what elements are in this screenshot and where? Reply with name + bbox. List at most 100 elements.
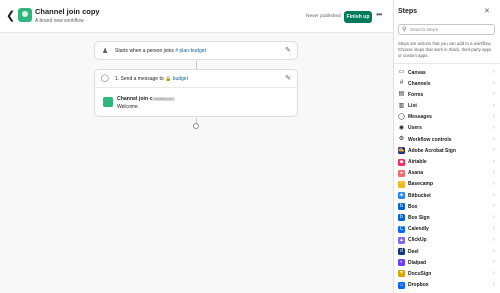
clickup-icon: ▲ bbox=[398, 236, 405, 244]
deel-icon: d bbox=[398, 248, 405, 255]
step-item-workflow-controls[interactable]: ⚙ Workflow controls › bbox=[394, 134, 500, 145]
trigger-text: Starts when a person joins # plan-budget bbox=[115, 48, 206, 54]
step-item-messages[interactable]: ◯ Messages › bbox=[394, 112, 500, 123]
panel-title: Steps bbox=[398, 8, 418, 15]
step-label: 1. Send a message to bbox=[115, 76, 164, 82]
chevron-right-icon: › bbox=[493, 203, 495, 210]
chevron-right-icon: › bbox=[493, 124, 495, 131]
chevron-right-icon: › bbox=[493, 236, 495, 243]
dialpad-icon: ◐ bbox=[398, 259, 405, 267]
chevron-right-icon: › bbox=[493, 259, 495, 266]
finish-up-button[interactable]: Finish up bbox=[344, 11, 372, 23]
basecamp-icon: ◠ bbox=[398, 180, 405, 188]
box-sign-icon: b bbox=[398, 214, 405, 222]
step-item-adobe-acrobat-sign[interactable]: ✍ Adobe Acrobat Sign › bbox=[394, 145, 500, 156]
edit-step-icon[interactable]: ✎ bbox=[285, 74, 291, 82]
canvas-icon: ▭ bbox=[398, 69, 405, 75]
steps-list: ▭ Canvas › # Channels › ▤ Forms › ▥ List › ◯ Messages… bbox=[394, 67, 500, 291]
step-item-calendly[interactable]: C Calendly › bbox=[394, 224, 500, 235]
chevron-right-icon: › bbox=[493, 147, 495, 154]
chevron-right-icon: › bbox=[493, 180, 495, 187]
step-item-airtable[interactable]: ◆ Airtable › bbox=[394, 157, 500, 168]
chevron-right-icon: › bbox=[493, 169, 495, 176]
chevron-right-icon: › bbox=[493, 158, 495, 165]
step-item-channels[interactable]: # Channels › bbox=[394, 78, 500, 89]
chevron-right-icon: › bbox=[493, 225, 495, 232]
step-item-label: List bbox=[408, 103, 417, 110]
step-item-box[interactable]: b Box › bbox=[394, 201, 500, 212]
search-box[interactable]: ⚲ bbox=[398, 24, 495, 35]
workflow-canvas: ❮ Channel join copy A brand new workflow… bbox=[0, 0, 393, 293]
step-item-label: Users bbox=[408, 125, 422, 132]
chevron-right-icon: › bbox=[493, 136, 495, 143]
workflow-title[interactable]: Channel join copy bbox=[35, 7, 100, 16]
step-item-clickup[interactable]: ▲ ClickUp › bbox=[394, 235, 500, 246]
chevron-right-icon: › bbox=[493, 113, 495, 120]
step-item-deel[interactable]: d Deel › bbox=[394, 246, 500, 257]
step-item-dialpad[interactable]: ◐ Dialpad › bbox=[394, 257, 500, 268]
step-header: ◯ 1. Send a message to 🔒 budget ✎ bbox=[95, 70, 297, 88]
search-icon: ⚲ bbox=[402, 27, 407, 33]
step-item-label: Deel bbox=[408, 248, 419, 255]
step-item-label: Canvas bbox=[408, 69, 426, 76]
chevron-right-icon: › bbox=[493, 270, 495, 277]
more-options-icon[interactable]: ••• bbox=[376, 10, 382, 19]
step-item-label: Dropbox bbox=[408, 282, 429, 289]
steps-panel: Steps ✕ ⚲ Steps are actions that you can… bbox=[393, 0, 500, 293]
step-item-forms[interactable]: ▤ Forms › bbox=[394, 89, 500, 100]
chevron-right-icon: › bbox=[493, 91, 495, 98]
step-item-label: Adobe Acrobat Sign bbox=[408, 147, 456, 154]
step-item-label: Calendly bbox=[408, 226, 429, 233]
workflow-icon: ⚙ bbox=[398, 136, 405, 143]
workflow-logo-icon bbox=[18, 8, 32, 22]
step-item-label: Channels bbox=[408, 80, 431, 87]
step-item-list[interactable]: ▥ List › bbox=[394, 101, 500, 112]
step-item-basecamp[interactable]: ◠ Basecamp › bbox=[394, 179, 500, 190]
trigger-label: Starts when a person joins bbox=[115, 48, 174, 54]
step-item-bitbucket[interactable]: ◈ Bitbucket › bbox=[394, 190, 500, 201]
adobe-sign-icon: ✍ bbox=[398, 147, 405, 155]
close-icon[interactable]: ✕ bbox=[484, 7, 490, 15]
back-icon[interactable]: ❮ bbox=[6, 10, 16, 22]
chevron-right-icon: › bbox=[493, 214, 495, 221]
step-text: 1. Send a message to 🔒 budget bbox=[115, 76, 188, 82]
form-icon: ▤ bbox=[398, 91, 405, 98]
trigger-card[interactable]: ♟ Starts when a person joins # plan-budg… bbox=[94, 41, 298, 60]
message-icon: ◯ bbox=[398, 113, 405, 120]
connector-line bbox=[196, 61, 197, 69]
docusign-icon: ▼ bbox=[398, 270, 405, 278]
step-item-label: ClickUp bbox=[408, 237, 427, 244]
dropbox-icon: ◇ bbox=[398, 281, 405, 289]
edit-trigger-icon[interactable]: ✎ bbox=[285, 46, 291, 54]
chevron-right-icon: › bbox=[493, 102, 495, 109]
avatar bbox=[103, 97, 113, 107]
step-item-box-sign[interactable]: b Box Sign › bbox=[394, 212, 500, 223]
workflow-subtitle: A brand new workflow bbox=[35, 18, 84, 24]
calendly-icon: C bbox=[398, 225, 405, 233]
trigger-channel: # plan-budget bbox=[175, 48, 206, 54]
search-input[interactable] bbox=[410, 26, 490, 34]
step-item-users[interactable]: ◉ Users › bbox=[394, 123, 500, 134]
workflow-badge: WORKFLOW bbox=[152, 97, 175, 101]
add-step-node[interactable] bbox=[193, 123, 199, 129]
step-item-label: Messages bbox=[408, 114, 432, 121]
step-item-canvas[interactable]: ▭ Canvas › bbox=[394, 67, 500, 78]
step-item-label: Workflow controls bbox=[408, 136, 452, 143]
step-item-label: Box bbox=[408, 203, 418, 210]
panel-description: Steps are actions that you can add to a … bbox=[398, 41, 492, 58]
step-item-label: Forms bbox=[408, 91, 424, 98]
workflow-header: ❮ Channel join copy A brand new workflow… bbox=[0, 0, 393, 33]
step-item-asana[interactable]: ● Asana › bbox=[394, 168, 500, 179]
box-icon: b bbox=[398, 203, 405, 211]
message-bubble-icon: ◯ bbox=[101, 75, 109, 82]
step-card[interactable]: ◯ 1. Send a message to 🔒 budget ✎ Channe… bbox=[94, 69, 298, 117]
asana-icon: ● bbox=[398, 169, 405, 177]
step-item-docusign[interactable]: ▼ DocuSign › bbox=[394, 268, 500, 279]
step-item-dropbox[interactable]: ◇ Dropbox › bbox=[394, 280, 500, 291]
list-icon: ▥ bbox=[398, 102, 405, 109]
divider bbox=[394, 63, 500, 64]
chevron-right-icon: › bbox=[493, 192, 495, 199]
message-preview: Welcome bbox=[117, 104, 138, 110]
airtable-icon: ◆ bbox=[398, 158, 405, 166]
chevron-right-icon: › bbox=[493, 248, 495, 254]
